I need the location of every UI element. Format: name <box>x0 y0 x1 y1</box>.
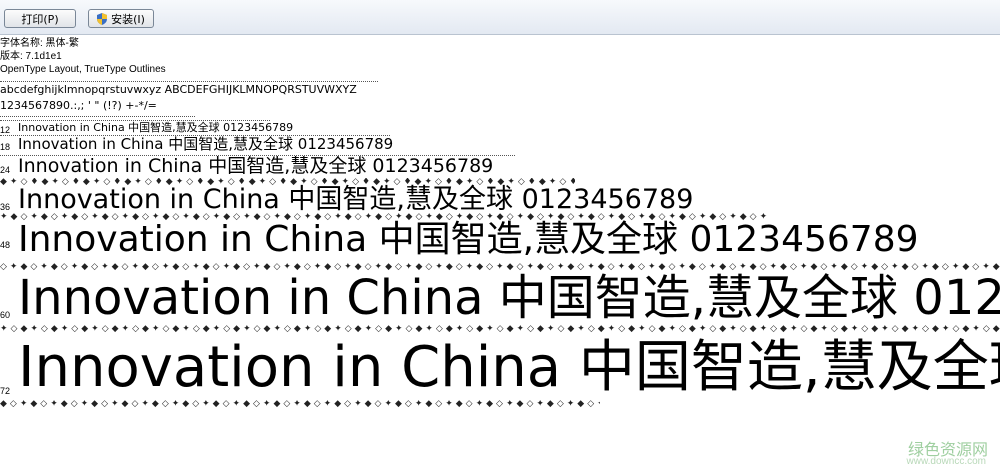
sample-text: Innovation in China 中国智造,慧及全球 0123456789 <box>18 121 294 134</box>
size-label: 36 <box>0 202 11 212</box>
size-label: 48 <box>0 240 11 250</box>
font-version: 版本: 7.1d1e1 <box>0 51 62 62</box>
size-label: 60 <box>0 310 11 320</box>
watermark-url: www.downcc.com <box>906 456 986 467</box>
sample-text: Innovation in China 中国智造,慧及全球 0123456789 <box>18 270 1000 326</box>
shield-icon <box>97 13 107 25</box>
charset-letters: abcdefghijklmnopqrstuvwxyz ABCDEFGHIJKLM… <box>0 83 357 96</box>
divider <box>0 81 378 82</box>
toolbar: 打印(P) 安装(I) <box>0 0 1000 35</box>
print-button[interactable]: 打印(P) <box>4 9 76 28</box>
sample-text: Innovation in China 中国智造,慧及全球 0123456789 <box>18 219 919 260</box>
sample-text: Innovation in China 中国智造,慧及全球 0123456789 <box>18 135 394 153</box>
install-button-label: 安装(I) <box>111 13 145 26</box>
sample-text: Innovation in China 中国智造,慧及全球 0123456789 <box>18 184 694 215</box>
font-name: 字体名称: 黑体-繁 <box>0 38 79 49</box>
ornament-row: ◆◇✦◆◇✦◆◇✦◆◇✦◆◇✦◆◇✦◆◇✦◆◇✦◆◇✦◆◇✦◆◇✦◆◇✦◆◇✦◆… <box>0 400 600 409</box>
sample-text: Innovation in China 中国智造,慧及全球 0123456789 <box>18 335 1000 400</box>
sample-text: Innovation in China 中国智造,慧及全球 0123456789 <box>18 155 494 177</box>
size-label: 72 <box>0 386 11 396</box>
size-label: 12 <box>0 125 11 135</box>
size-label: 24 <box>0 165 11 175</box>
divider <box>0 116 195 117</box>
font-formats: OpenType Layout, TrueType Outlines <box>0 64 166 75</box>
size-label: 18 <box>0 142 11 152</box>
ornament-row: ✦◇◆✦◇◆✦◇◆✦◇◆✦◇◆✦◇◆✦◇◆✦◇◆✦◇◆✦◇◆✦◇◆✦◇◆✦◇◆✦… <box>0 325 1000 334</box>
install-button[interactable]: 安装(I) <box>88 9 154 28</box>
charset-digits: 1234567890.:,; ' " (!?) +-*/= <box>0 99 157 112</box>
